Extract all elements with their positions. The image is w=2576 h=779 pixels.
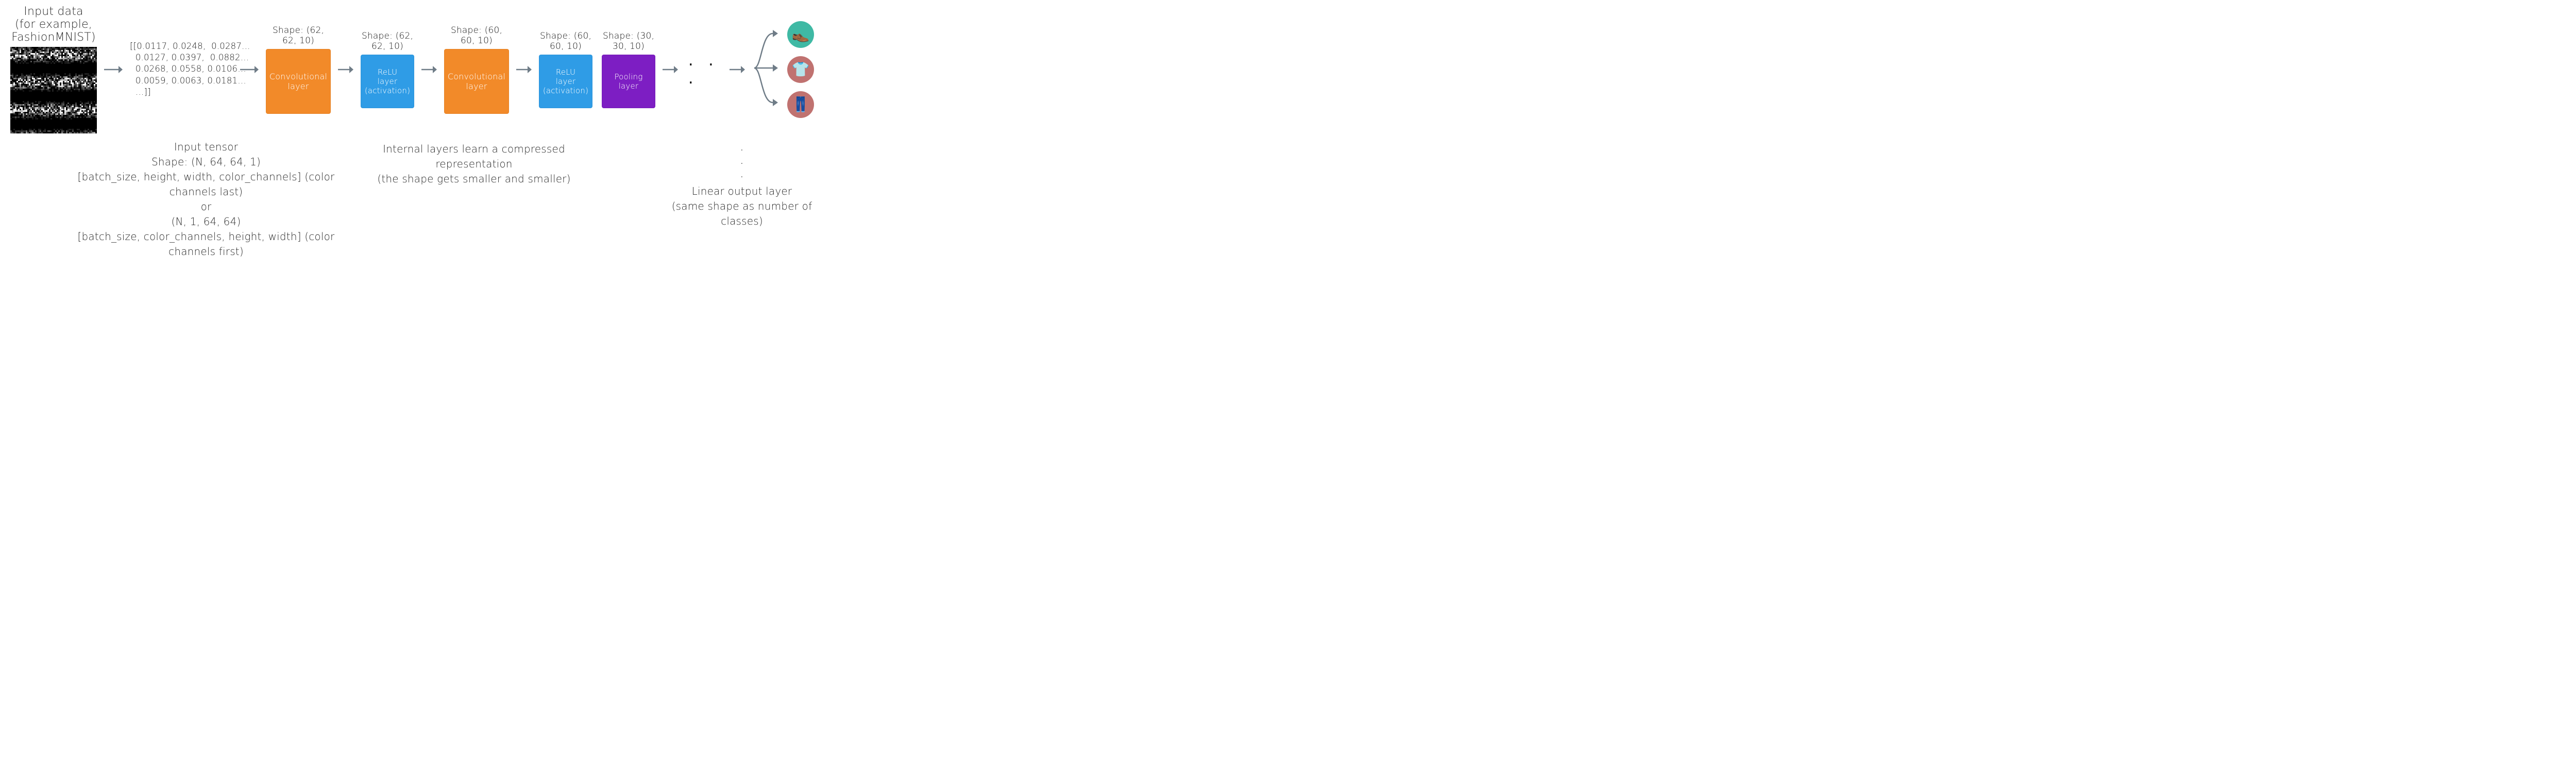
fashionmnist-grid-image: [10, 47, 97, 133]
conv-layer-2: Shape: (60, 60, 10) Convolutional layer: [444, 25, 509, 114]
caption-line: Input tensor: [67, 140, 345, 155]
input-data-block: Input data (for example, FashionMNIST): [10, 5, 97, 133]
arrow-right-icon: [420, 64, 438, 75]
input-tensor-values: [[0.0117, 0.0248, 0.0287… 0.0127, 0.0397…: [130, 41, 233, 98]
input-subtitle: (for example, FashionMNIST): [10, 18, 97, 44]
caption-line: [batch_size, height, width, color_channe…: [67, 170, 345, 199]
caption-line: Linear output layer: [670, 184, 814, 199]
arrow-right-icon: [103, 64, 124, 75]
shape-label: Shape: (62, 62, 10): [266, 25, 331, 46]
pool-box: Pooling layer: [602, 55, 655, 108]
shape-label: Shape: (60, 60, 10): [444, 25, 509, 46]
relu-layer-2: Shape: (60, 60, 10) ReLU layer (activati…: [539, 31, 592, 108]
vertical-dots-icon: ...: [670, 140, 814, 180]
caption-line: or: [67, 199, 345, 214]
arrow-right-icon: [662, 64, 679, 75]
arrow-right-icon: [728, 64, 746, 75]
caption-line: (the shape gets smaller and smaller): [345, 172, 603, 187]
fan-out-arrow-icon: [752, 19, 781, 120]
caption-line: [batch_size, color_channels, height, wid…: [67, 229, 345, 259]
cnn-architecture-diagram: Input data (for example, FashionMNIST) […: [10, 5, 814, 259]
arrow-right-icon: [239, 64, 260, 75]
output-class-chips: 👞 👕 👖: [787, 21, 814, 118]
conv-layer-1: Shape: (62, 62, 10) Convolutional layer: [266, 25, 331, 114]
pool-layer: Shape: (30, 30, 10) Pooling layer: [602, 31, 655, 108]
class-shoe-icon: 👞: [787, 21, 814, 48]
shape-label: Shape: (62, 62, 10): [361, 31, 414, 52]
relu-box: ReLU layer (activation): [361, 55, 414, 108]
arrow-right-icon: [515, 64, 533, 75]
arrow-right-icon: [337, 64, 354, 75]
captions-row: Input tensor Shape: (N, 64, 64, 1) [batc…: [10, 140, 814, 259]
shape-label: Shape: (30, 30, 10): [602, 31, 655, 52]
conv-box: Convolutional layer: [266, 49, 331, 114]
output-layer-caption: ... Linear output layer (same shape as n…: [670, 140, 814, 229]
input-tensor-caption: Input tensor Shape: (N, 64, 64, 1) [batc…: [67, 140, 345, 259]
caption-line: (same shape as number of classes): [670, 199, 814, 229]
class-shirt-icon: 👕: [787, 56, 814, 83]
ellipsis-icon: . . .: [685, 52, 722, 88]
caption-line: Internal layers learn a compressed repre…: [345, 142, 603, 172]
class-pants-icon: 👖: [787, 91, 814, 118]
input-header: Input data (for example, FashionMNIST): [10, 5, 97, 44]
relu-box: ReLU layer (activation): [539, 55, 592, 108]
caption-line: (N, 1, 64, 64): [67, 214, 345, 229]
caption-line: Shape: (N, 64, 64, 1): [67, 155, 345, 170]
input-title: Input data: [10, 5, 97, 18]
internal-layers-caption: Internal layers learn a compressed repre…: [345, 140, 603, 187]
conv-box: Convolutional layer: [444, 49, 509, 114]
shape-label: Shape: (60, 60, 10): [539, 31, 592, 52]
diagram-flow-row: Input data (for example, FashionMNIST) […: [10, 5, 814, 133]
relu-layer-1: Shape: (62, 62, 10) ReLU layer (activati…: [361, 31, 414, 108]
